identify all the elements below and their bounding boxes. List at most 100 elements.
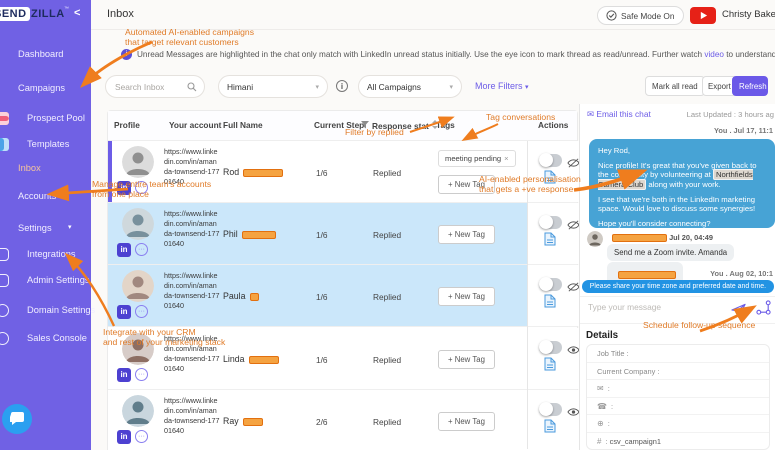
sidebar-item-settings[interactable]: Settings ▾ (0, 220, 91, 236)
redacted-surname (248, 355, 279, 364)
chat-bubble-icon (9, 412, 24, 425)
column-header-label: Full Name (223, 120, 263, 130)
document-icon[interactable] (544, 357, 556, 376)
new-tag-button[interactable]: + New Tag (438, 350, 495, 369)
response-status: Replied (373, 292, 402, 302)
sidebar-collapse-button[interactable]: < (74, 7, 80, 19)
document-icon[interactable] (544, 419, 556, 438)
account-filter-select[interactable]: Himani ▾ (218, 75, 328, 98)
profile-url[interactable]: https://www.linkedin.com/in/amanda-towns… (164, 271, 220, 311)
actions-cell (528, 328, 580, 389)
linkedin-icon[interactable]: in (117, 368, 131, 382)
linkedin-icon[interactable]: in (117, 430, 131, 444)
tags-cell: + New Tag (430, 390, 525, 450)
avatar (122, 146, 154, 178)
sidebar-item-admin-settings[interactable]: Admin Settings (0, 272, 91, 288)
user-menu[interactable]: Christy Baker (722, 9, 775, 20)
info-icon[interactable]: i (336, 80, 348, 92)
check-circle-icon (606, 10, 617, 21)
more-filters-button[interactable]: More Filters ▾ (475, 81, 529, 91)
annotation-accounts: Manage entire team's accounts from one p… (92, 179, 212, 200)
message-icon[interactable]: ··· (135, 430, 148, 443)
sequence-icon[interactable] (756, 300, 771, 315)
sidebar-item-sales-console[interactable]: Sales Console (0, 330, 91, 346)
send-icon[interactable] (731, 303, 746, 317)
play-icon (700, 11, 707, 20)
toggle-knob (539, 277, 553, 291)
youtube-button[interactable] (690, 7, 716, 24)
video-link[interactable]: video (704, 50, 724, 59)
logo-trademark: ™ (64, 6, 69, 12)
linkedin-icon[interactable]: in (117, 243, 131, 257)
campaign-filter-select[interactable]: All Campaigns ▾ (358, 75, 462, 98)
details-card: Job Title : Current Company : ✉ : ☎ : ⊕ … (586, 344, 770, 450)
email-this-chat-link[interactable]: ✉ Email this chat (587, 109, 651, 119)
annotation-schedule: Schedule follow-up sequence (643, 320, 756, 330)
new-tag-button[interactable]: + New Tag (438, 225, 495, 244)
document-icon[interactable] (544, 294, 556, 313)
detail-row-globe: ⊕ : (587, 415, 769, 433)
search-input[interactable] (106, 76, 184, 97)
tag-chip[interactable]: meeting pending × (438, 150, 516, 167)
detail-colon: : (655, 366, 660, 376)
safe-mode-toggle[interactable]: Safe Mode On (597, 6, 684, 25)
sidebar-item-prospect-pool[interactable]: Prospect Pool (0, 110, 91, 126)
table-row[interactable]: in ··· https://www.linkedin.com/in/amanda-… (108, 265, 580, 327)
avatar (587, 231, 603, 247)
message-icon[interactable]: ··· (135, 305, 148, 318)
logo-zilla: ZILLA (31, 8, 65, 20)
detail-colon: : (608, 401, 614, 411)
templates-icon (0, 138, 9, 151)
email-icon: ✉ (597, 384, 604, 394)
annotation-campaigns: Automated AI-enabled campaigns that targ… (125, 27, 254, 48)
sidebar-item-label: Integrations (27, 249, 76, 259)
sidebar-item-label: Campaigns (18, 83, 66, 93)
sidebar: SEND ZILLA ™ < Dashboard Campaigns Prospec… (0, 0, 95, 450)
table-row[interactable]: in ··· https://www.linkedin.com/in/amanda-… (108, 203, 580, 265)
unread-toggle[interactable] (539, 215, 562, 229)
detail-label: Job Title (597, 349, 625, 358)
message-input[interactable] (588, 302, 718, 312)
close-icon[interactable]: × (504, 154, 508, 163)
phone-icon: ☎ (597, 401, 607, 411)
message-icon[interactable]: ··· (135, 368, 148, 381)
sidebar-item-inbox[interactable]: Inbox (0, 160, 91, 176)
new-tag-button[interactable]: + New Tag (438, 287, 495, 306)
unread-toggle[interactable] (539, 402, 562, 416)
search-icon[interactable] (187, 82, 197, 92)
annotation-tags: Tag conversations (486, 112, 556, 122)
sidebar-item-dashboard[interactable]: Dashboard (0, 46, 91, 62)
message-line: Nice profile! It's great that you've giv… (598, 161, 766, 190)
sidebar-item-campaigns[interactable]: Campaigns (0, 80, 91, 96)
document-icon[interactable] (544, 232, 556, 251)
tags-cell: + New Tag (430, 328, 525, 389)
mark-all-read-button[interactable]: Mark all read (645, 76, 705, 96)
sidebar-item-domain-settings[interactable]: Domain Settings (0, 302, 95, 318)
new-tag-button[interactable]: + New Tag (438, 412, 495, 431)
unread-toggle[interactable] (539, 277, 562, 291)
column-header-label: Tags (436, 120, 455, 130)
sidebar-item-label: Inbox (18, 163, 41, 173)
chat-widget-button[interactable] (2, 404, 32, 434)
profile-url[interactable]: https://www.linkedin.com/in/amanda-towns… (164, 396, 220, 436)
full-name-text: Rod (223, 167, 240, 177)
linkedin-icon[interactable]: in (117, 305, 131, 319)
avatar (122, 270, 154, 302)
unread-toggle[interactable] (539, 153, 562, 167)
refresh-button[interactable]: Refresh (732, 76, 768, 96)
sidebar-item-templates[interactable]: Templates (0, 136, 91, 152)
sidebar-item-integrations[interactable]: Integrations (0, 246, 91, 262)
chevron-down-icon: ▾ (525, 84, 529, 91)
more-filters-label: More Filters (475, 81, 523, 91)
current-step: 1/6 (316, 168, 328, 178)
message-icon[interactable]: ··· (135, 243, 148, 256)
response-status: Replied (373, 355, 402, 365)
unread-toggle[interactable] (539, 340, 562, 354)
received-message-header: Jul 20, 04:49 (608, 233, 713, 243)
table-row[interactable]: in ··· https://www.linkedin.com/in/amanda-… (108, 390, 580, 450)
sidebar-item-accounts[interactable]: Accounts (0, 188, 91, 204)
notice-post: to understand how to best use inbox. (726, 50, 775, 59)
inbox-toolbar: Himani ▾ i All Campaigns ▾ More Filters … (91, 70, 775, 104)
profile-url[interactable]: https://www.linkedin.com/in/amanda-towns… (164, 209, 220, 249)
current-step: 1/6 (316, 292, 328, 302)
